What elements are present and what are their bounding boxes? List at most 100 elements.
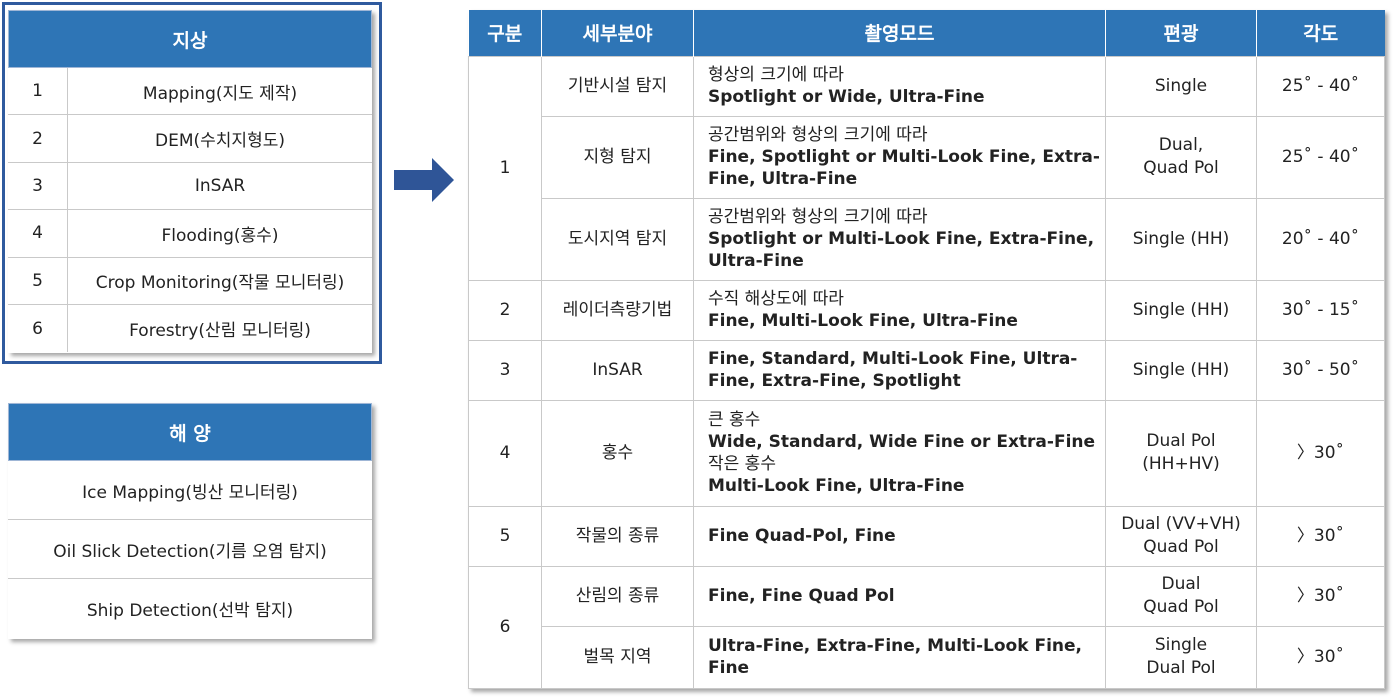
ground-row-num: 3: [8, 162, 68, 210]
polarization-line: Dual: [1161, 574, 1201, 594]
angle-cell: 30˚ - 15˚: [1256, 279, 1385, 341]
mode-value: Fine, Multi-Look Fine, Ultra-Fine: [708, 311, 1018, 331]
field-cell: 기반시설 탐지: [541, 55, 694, 117]
polarization-line: Single (HH): [1132, 359, 1230, 380]
ground-row: 2 DEM(수치지형도): [8, 115, 372, 163]
group-cell: 5: [468, 505, 542, 567]
ground-row: 3 InSAR: [8, 162, 372, 211]
table-row: 6 산림의 종류 Fine, Fine Quad Pol Dual Quad P…: [468, 565, 1385, 689]
mode-note: 수직 해상도에 따라: [708, 289, 844, 309]
mode-cell: 공간범위와 형상의 크기에 따라 Fine, Spotlight or Mult…: [693, 115, 1106, 199]
polarization-cell: Dual, Quad Pol: [1105, 115, 1257, 199]
table-row: 5 작물의 종류 Fine Quad-Pol, Fine Dual (VV+VH…: [468, 505, 1385, 567]
mode-note: 형상의 크기에 따라: [708, 65, 844, 85]
mode-note: 공간범위와 형상의 크기에 따라: [708, 207, 928, 227]
ocean-row: Oil Slick Detection(기름 오염 탐지): [8, 520, 372, 579]
polarization-line: Single (HH): [1132, 228, 1230, 249]
ground-row-num: 5: [8, 257, 68, 304]
polarization-cell: Single (HH): [1105, 339, 1257, 401]
table-header-row: 구분 세부분야 촬영모드 편광 각도: [468, 10, 1385, 56]
ground-row-num: 2: [8, 115, 68, 162]
field-cell: 레이더측량기법: [541, 279, 694, 341]
mode-note: 큰 홍수: [708, 410, 761, 430]
polarization-line: Single: [1154, 75, 1208, 96]
field-cell: 작물의 종류: [541, 505, 694, 567]
ground-row: 4 Flooding(홍수): [8, 210, 372, 258]
ground-panel: 지상 1 Mapping(지도 제작) 2 DEM(수치지형도) 3 InSAR…: [8, 10, 372, 353]
field-cell: 도시지역 탐지: [541, 197, 694, 281]
table-row: 지형 탐지 공간범위와 형상의 크기에 따라 Fine, Spotlight o…: [469, 115, 1385, 199]
polarization-line: Single (HH): [1132, 299, 1230, 320]
mode-value: Wide, Standard, Wide Fine or Extra-Fine: [708, 432, 1096, 452]
polarization-cell: Dual Quad Pol: [1105, 565, 1257, 627]
polarization-cell: Dual (VV+VH) Quad Pol: [1105, 505, 1257, 567]
field-cell: 벌목 지역: [541, 625, 694, 689]
angle-cell: 〉30˚: [1256, 565, 1385, 627]
mode-cell: Ultra-Fine, Extra-Fine, Multi-Look Fine,…: [693, 625, 1106, 689]
header-angle: 각도: [1256, 10, 1385, 56]
table-row: 3 InSAR Fine, Standard, Multi-Look Fine,…: [468, 339, 1385, 401]
angle-cell: 〉30˚: [1256, 505, 1385, 567]
group-cell: 2: [468, 279, 542, 341]
mode-cell: 형상의 크기에 따라 Spotlight or Wide, Ultra-Fine: [693, 55, 1106, 117]
mode-cell: 수직 해상도에 따라 Fine, Multi-Look Fine, Ultra-…: [693, 279, 1106, 341]
field-cell: 지형 탐지: [541, 115, 694, 199]
ground-row-num: 4: [8, 210, 68, 257]
table-row: 4 홍수 큰 홍수 Wide, Standard, Wide Fine or E…: [468, 399, 1385, 507]
ground-row-num: 1: [8, 68, 68, 115]
mode-cell: Fine, Standard, Multi-Look Fine, Ultra-F…: [693, 339, 1106, 401]
polarization-cell: Single: [1105, 55, 1257, 117]
ground-row-label: Forestry(산림 모니터링): [129, 321, 311, 342]
header-field: 세부분야: [541, 10, 694, 56]
mode-value: Fine, Fine Quad Pol: [708, 586, 895, 606]
mode-value: Spotlight or Wide, Ultra-Fine: [708, 87, 985, 107]
ocean-row: Ship Detection(선박 탐지): [86, 601, 294, 621]
mode-value: Ultra-Fine, Extra-Fine, Multi-Look Fine,…: [708, 636, 1082, 678]
ground-row: 6 Forestry(산림 모니터링): [8, 304, 372, 353]
ground-row-label: Flooding(홍수): [161, 225, 279, 246]
mode-cell: 공간범위와 형상의 크기에 따라 Spotlight or Multi-Look…: [693, 197, 1106, 281]
table-row: 벌목 지역 Ultra-Fine, Extra-Fine, Multi-Look…: [469, 625, 1385, 689]
angle-cell: 25˚ - 40˚: [1256, 115, 1385, 199]
imaging-mode-table: 구분 세부분야 촬영모드 편광 각도 1 기반시설 탐지 형상의 크기에 따라 …: [468, 10, 1385, 689]
ground-row-label: InSAR: [194, 175, 246, 196]
mode-value: Spotlight or Multi-Look Fine, Extra-Fine…: [708, 229, 1095, 271]
polarization-line: Quad Pol: [1143, 537, 1219, 557]
polarization-line: Dual Pol: [1146, 658, 1216, 678]
ground-row-label: Mapping(지도 제작): [142, 83, 298, 104]
ocean-title: 해 양: [8, 403, 372, 461]
mode-value: Fine, Standard, Multi-Look Fine, Ultra-F…: [708, 349, 1078, 391]
ground-row-label: DEM(수치지형도): [155, 131, 285, 152]
ground-row-num: 6: [8, 304, 68, 353]
polarization-cell: Single Dual Pol: [1105, 625, 1257, 689]
group-cell: 6: [468, 565, 542, 689]
group-cell: 1: [468, 55, 542, 281]
field-cell: 홍수: [541, 399, 694, 507]
field-cell: InSAR: [541, 339, 694, 401]
ground-row: 1 Mapping(지도 제작): [8, 68, 372, 116]
mode-value: Fine Quad-Pol, Fine: [708, 526, 896, 546]
ocean-panel: 해 양 Ice Mapping(빙산 모니터링) Oil Slick Detec…: [8, 403, 372, 639]
mode-cell: 큰 홍수 Wide, Standard, Wide Fine or Extra-…: [693, 399, 1106, 507]
header-mode: 촬영모드: [693, 10, 1106, 56]
header-polarization: 편광: [1105, 10, 1257, 56]
polarization-line: Dual Pol: [1146, 431, 1216, 451]
mode-cell: Fine Quad-Pol, Fine: [693, 505, 1106, 567]
polarization-cell: Single (HH): [1105, 279, 1257, 341]
group-cell: 3: [468, 339, 542, 401]
angle-cell: 20˚ - 40˚: [1256, 197, 1385, 281]
table-row: 2 레이더측량기법 수직 해상도에 따라 Fine, Multi-Look Fi…: [468, 279, 1385, 341]
polarization-line: Quad Pol: [1143, 597, 1219, 617]
polarization-line: Dual,: [1158, 135, 1204, 155]
mode-note: 작은 홍수: [708, 454, 776, 474]
ground-title: 지상: [8, 10, 372, 68]
polarization-line: Quad Pol: [1143, 158, 1219, 178]
angle-cell: 〉30˚: [1256, 625, 1385, 689]
mode-cell: Fine, Fine Quad Pol: [693, 565, 1106, 627]
ground-row: 5 Crop Monitoring(작물 모니터링): [8, 257, 372, 305]
polarization-line: Single: [1154, 635, 1208, 655]
angle-cell: 25˚ - 40˚: [1256, 55, 1385, 117]
mode-note: 공간범위와 형상의 크기에 따라: [708, 125, 928, 145]
table-row: 도시지역 탐지 공간범위와 형상의 크기에 따라 Spotlight or Mu…: [469, 197, 1385, 281]
polarization-line: (HH+HV): [1142, 454, 1220, 474]
